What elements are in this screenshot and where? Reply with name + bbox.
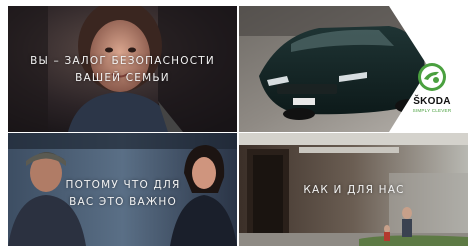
caption-girl: ВЫ – ЗАЛОГ БЕЗОПАСНОСТИ ВАШЕЙ СЕМЬИ (8, 53, 237, 87)
photo-tile-couple: ПОТОМУ ЧТО ДЛЯ ВАС ЭТО ВАЖНО (8, 133, 237, 246)
caption-girl-line2: ВАШЕЙ СЕМЬИ (75, 72, 170, 84)
caption-couple-line2: ВАС ЭТО ВАЖНО (69, 196, 177, 208)
brand-tagline: SIMPLY CLEVER (412, 108, 452, 113)
ad-banner[interactable]: ВЫ – ЗАЛОГ БЕЗОПАСНОСТИ ВАШЕЙ СЕМЬИ ŠKOD… (0, 0, 475, 252)
caption-girl-line1: ВЫ – ЗАЛОГ БЕЗОПАСНОСТИ (30, 55, 215, 67)
caption-house: КАК И ДЛЯ НАС (279, 182, 429, 199)
caption-house-line1: КАК И ДЛЯ НАС (303, 184, 405, 196)
photo-tile-house: КАК И ДЛЯ НАС (239, 133, 468, 246)
caption-couple-line1: ПОТОМУ ЧТО ДЛЯ (65, 179, 181, 191)
skoda-emblem-icon (417, 62, 447, 92)
brand-logo[interactable]: ŠKODA SIMPLY CLEVER (402, 62, 462, 132)
brand-wordmark: ŠKODA (413, 96, 451, 107)
photo-tile-girl: ВЫ – ЗАЛОГ БЕЗОПАСНОСТИ ВАШЕЙ СЕМЬИ (8, 6, 237, 132)
caption-couple: ПОТОМУ ЧТО ДЛЯ ВАС ЭТО ВАЖНО (38, 177, 208, 211)
